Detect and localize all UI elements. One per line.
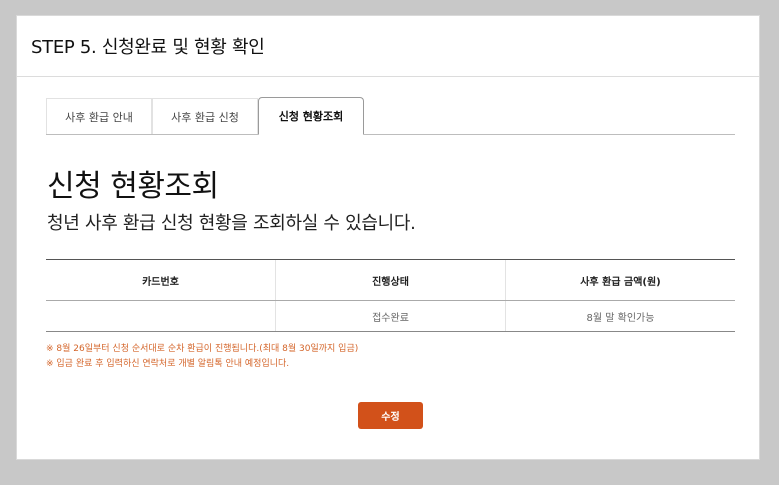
tab-label: 신청 현황조회 (278, 110, 344, 123)
notice-item: ※ 입금 완료 후 입력하신 연락처로 개별 알림톡 안내 예정입니다. (46, 359, 290, 369)
column-header-status: 진행상태 (275, 260, 505, 300)
step-header: STEP 5. 신청완료 및 현황 확인 (17, 16, 759, 77)
content-card: STEP 5. 신청완료 및 현황 확인 사후 환급 안내 사후 환급 신청 신… (16, 15, 760, 460)
tab-bar: 사후 환급 안내 사후 환급 신청 신청 현황조회 (46, 97, 735, 135)
table-row: 접수완료 8월 말 확인가능 (46, 301, 735, 331)
notice-list: ※ 8월 26일부터 신청 순서대로 순차 환급이 진행됩니다.(최대 8월 3… (46, 342, 358, 372)
tab-label: 사후 환급 안내 (65, 110, 133, 124)
column-header-refund-amount: 사후 환급 금액(원) (505, 260, 735, 300)
cell-status: 접수완료 (275, 301, 505, 331)
tab-status-inquiry[interactable]: 신청 현황조회 (258, 97, 364, 135)
tab-refund-guide[interactable]: 사후 환급 안내 (46, 98, 152, 134)
notice-item: ※ 8월 26일부터 신청 순서대로 순차 환급이 진행됩니다.(최대 8월 3… (46, 344, 359, 354)
page-subtitle: 청년 사후 환급 신청 현황을 조회하실 수 있습니다. (47, 213, 416, 234)
cell-card-number (46, 301, 275, 331)
tab-label: 사후 환급 신청 (171, 110, 239, 124)
edit-button[interactable]: 수정 (358, 402, 423, 429)
step-title: STEP 5. 신청완료 및 현황 확인 (31, 37, 265, 58)
table-header-row: 카드번호 진행상태 사후 환급 금액(원) (46, 260, 735, 301)
page-title: 신청 현황조회 (47, 169, 219, 204)
tab-refund-apply[interactable]: 사후 환급 신청 (152, 98, 258, 134)
column-header-card-number: 카드번호 (142, 276, 179, 288)
cell-refund-amount: 8월 말 확인가능 (505, 301, 735, 331)
status-table: 카드번호 진행상태 사후 환급 금액(원) 접수완료 8월 말 확인가능 (46, 259, 735, 332)
